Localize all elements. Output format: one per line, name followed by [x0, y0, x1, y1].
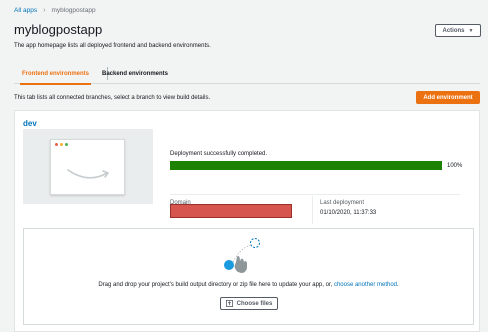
drag-drop-illustration-icon — [224, 238, 260, 273]
last-deployment-value: 01/10/2020, 11:37:33 — [320, 210, 377, 216]
dropzone-text-end: . — [397, 282, 399, 288]
branch-preview[interactable] — [23, 129, 153, 204]
deployment-progress-bar — [170, 161, 442, 170]
environment-tabs: Frontend environments Backend environmen… — [14, 64, 480, 85]
page-description: The app homepage lists all deployed fron… — [14, 43, 211, 49]
upload-icon — [225, 300, 233, 307]
tab-description: This tab lists all connected branches, s… — [14, 95, 211, 101]
chevron-right-icon: › — [43, 7, 46, 14]
dropzone-text: Drag and drop your project's build outpu… — [98, 282, 334, 288]
section-divider — [170, 194, 460, 195]
add-environment-button[interactable]: Add environment — [416, 91, 480, 104]
file-dropzone[interactable]: Drag and drop your project's build outpu… — [23, 228, 474, 325]
choose-files-label: Choose files — [236, 300, 273, 307]
last-deployment-label: Last deployment — [320, 200, 365, 206]
column-divider — [312, 196, 313, 224]
page-title: myblogpostapp — [14, 22, 103, 37]
preview-window — [50, 139, 125, 195]
caret-down-icon: ▼ — [468, 27, 474, 34]
domain-redacted-value — [170, 204, 292, 218]
breadcrumb-current: myblogpostapp — [51, 7, 96, 14]
tab-frontend-environments[interactable]: Frontend environments — [19, 64, 92, 85]
choose-files-button[interactable]: Choose files — [220, 297, 278, 310]
choose-another-method-link[interactable]: choose another method — [334, 282, 397, 288]
branch-card: dev Deployment successfully completed. 1… — [14, 110, 480, 332]
breadcrumb: All apps › myblogpostapp — [14, 7, 96, 14]
deployment-progress-label: 100% — [447, 163, 463, 169]
breadcrumb-all-apps-link[interactable]: All apps — [14, 7, 37, 14]
tab-backend-environments[interactable]: Backend environments — [102, 64, 168, 84]
actions-button-label: Actions — [442, 27, 465, 34]
actions-button[interactable]: Actions ▼ — [435, 24, 481, 37]
dropzone-instructions: Drag and drop your project's build outpu… — [24, 282, 473, 288]
branch-name-link[interactable]: dev — [23, 119, 37, 128]
deployment-status-text: Deployment successfully completed. — [170, 151, 268, 157]
amazon-smile-icon — [67, 169, 109, 179]
deployment-progress-fill — [170, 161, 442, 170]
